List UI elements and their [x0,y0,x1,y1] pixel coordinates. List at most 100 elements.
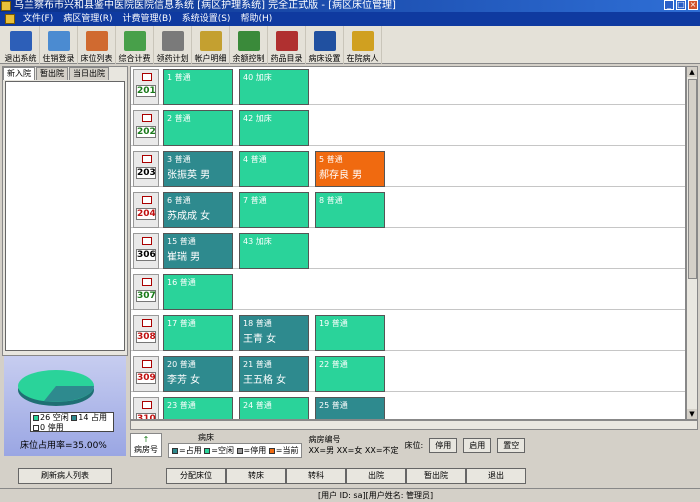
bed-card[interactable]: 1 普通 [163,69,233,105]
bed-card[interactable]: 24 普通 [239,397,309,419]
legend-current-swatch [268,447,275,454]
bed-card[interactable]: 18 普通 王青 女 [239,315,309,351]
bed-card[interactable]: 5 普通 郝存良 男 [315,151,385,187]
new-patient-list-panel: 新入院 暂出院 当日出院 [2,66,128,356]
bed-number: 20 普通 [167,360,196,369]
bed-card[interactable]: 8 普通 [315,192,385,228]
toolbar-button-4[interactable]: 领药计划 [154,26,192,64]
assign-bed-button[interactable]: 分配床位 [166,468,226,484]
toolbar-button-label: 领药计划 [156,54,189,63]
disable-bed-button[interactable]: 停用 [429,437,458,453]
room-cell[interactable]: 202 [133,110,159,146]
patient-list[interactable] [5,81,125,351]
minimize-button[interactable]: _ [664,0,674,10]
bed-card[interactable]: 22 普通 [315,356,385,392]
bed-card[interactable]: 15 普通 崔瑞 男 [163,233,233,269]
bed-number: 17 普通 [167,319,196,328]
bed-card[interactable]: 40 加床 [239,69,309,105]
legend-empty: 26 空闲 [40,413,69,422]
bed-card[interactable]: 4 普通 [239,151,309,187]
room-flag-icon [142,114,152,122]
horizontal-scrollbar[interactable] [130,420,698,430]
tab-new-admission[interactable]: 新入院 [3,67,35,80]
toolbar-button-3[interactable]: 综合计费 [116,26,154,64]
room-cell[interactable]: 306 [133,233,159,269]
bed-number: 2 普通 [167,114,191,123]
tab-today-discharge[interactable]: 当日出院 [69,67,109,80]
exit-button[interactable]: 退出 [466,468,526,484]
room-row: 201 1 普通 40 加床 [131,67,685,105]
bed-card[interactable]: 6 普通 苏成成 女 [163,192,233,228]
monitor-icon [313,31,336,51]
legend-occupied-swatch [172,447,178,454]
toolbar-button-0[interactable]: 退出系统 [2,26,40,64]
refresh-patient-list-button[interactable]: 刷新病人列表 [18,468,112,484]
toolbar-button-label: 病床设置 [308,54,341,63]
bed-card[interactable]: 2 普通 [163,110,233,146]
bed-card[interactable]: 25 普通 [315,397,385,419]
bed-number: 40 加床 [243,73,272,82]
bed-card[interactable]: 21 普通 王五格 女 [239,356,309,392]
scroll-up-icon[interactable]: ▲ [687,67,697,77]
occupancy-rate: 床位占用率=35.00% [20,441,107,451]
scroll-thumb[interactable] [688,79,697,279]
bed-number: 21 普通 [243,360,272,369]
left-panel: 新入院 暂出院 当日出院 26 空闲 14 占用 0 停用 床位占用率=35.0… [2,66,128,460]
enable-bed-button[interactable]: 启用 [463,437,492,453]
vertical-scrollbar[interactable]: ▲ ▼ [686,66,698,420]
room-number: 309 [136,372,156,384]
toolbar-button-7[interactable]: 药品目录 [268,26,306,64]
bed-number: 23 普通 [167,401,196,410]
menu-bar: 文件(F) 病区管理(R) 计费管理(B) 系统设置(S) 帮助(H) [0,12,700,26]
occupied-swatch [71,414,78,421]
room-cell[interactable]: 203 [133,151,159,187]
bed-card[interactable]: 17 普通 [163,315,233,351]
bed-number: 4 普通 [243,155,267,164]
room-cell[interactable]: 204 [133,192,159,228]
toolbar-button-label: 余额控制 [232,54,265,63]
bed-number: 15 普通 [167,237,196,246]
bed-card[interactable]: 43 加床 [239,233,309,269]
tab-temp-discharge[interactable]: 暂出院 [36,67,68,80]
room-row: 203 3 普通 张振英 男 4 普通 5 普通 郝存良 男 [131,149,685,187]
legend-occupied-text: =占用 [179,446,202,455]
patient-name: 李芳 女 [167,375,201,386]
temp-discharge-button[interactable]: 暂出院 [406,468,466,484]
room-cell[interactable]: 309 [133,356,159,392]
clear-bed-button[interactable]: 置空 [497,437,526,453]
toolbar-button-5[interactable]: 帐户明细 [192,26,230,64]
bed-card[interactable]: 42 加床 [239,110,309,146]
bed-card[interactable]: 20 普通李芳 女 [163,356,233,392]
bed-card[interactable]: 23 普通 [163,397,233,419]
room-cell[interactable]: 308 [133,315,159,351]
arrow-up-icon: ↑ [142,435,150,444]
discharge-button[interactable]: 出院 [346,468,406,484]
room-cell[interactable]: 201 [133,69,159,105]
transfer-dept-button[interactable]: 转科 [286,468,346,484]
room-cell[interactable]: 307 [133,274,159,310]
bed-card[interactable]: 3 普通 张振英 男 [163,151,233,187]
bed-card[interactable]: 19 普通 [315,315,385,351]
transfer-bed-button[interactable]: 转床 [226,468,286,484]
toolbar-button-1[interactable]: 住销登录 [40,26,78,64]
toolbar-button-2[interactable]: 床位列表 [78,26,116,64]
menu-ward[interactable]: 病区管理(R) [58,12,117,26]
toolbar-button-9[interactable]: 在院病人 [344,26,382,64]
bed-number: 5 普通 [319,155,343,164]
toolbar-button-8[interactable]: 病床设置 [306,26,344,64]
menu-billing[interactable]: 计费管理(B) [117,12,176,26]
bed-grid: 201 1 普通 40 加床 202 2 普通 42 加床 203 3 普通 张振英 男 4 普通… [130,66,686,420]
bed-number: 19 普通 [319,319,348,328]
toolbar-button-6[interactable]: 余额控制 [230,26,268,64]
scroll-down-icon[interactable]: ▼ [687,409,697,419]
bed-number: 42 加床 [243,114,272,123]
menu-settings[interactable]: 系统设置(S) [177,12,236,26]
menu-help[interactable]: 帮助(H) [235,12,277,26]
bed-card[interactable]: 16 普通 [163,274,233,310]
maximize-button[interactable]: □ [676,0,686,10]
close-button[interactable]: × [688,0,698,10]
room-cell[interactable]: 310 [133,397,159,419]
bed-card[interactable]: 7 普通 [239,192,309,228]
room-number: 203 [136,167,156,179]
menu-file[interactable]: 文件(F) [18,12,58,26]
